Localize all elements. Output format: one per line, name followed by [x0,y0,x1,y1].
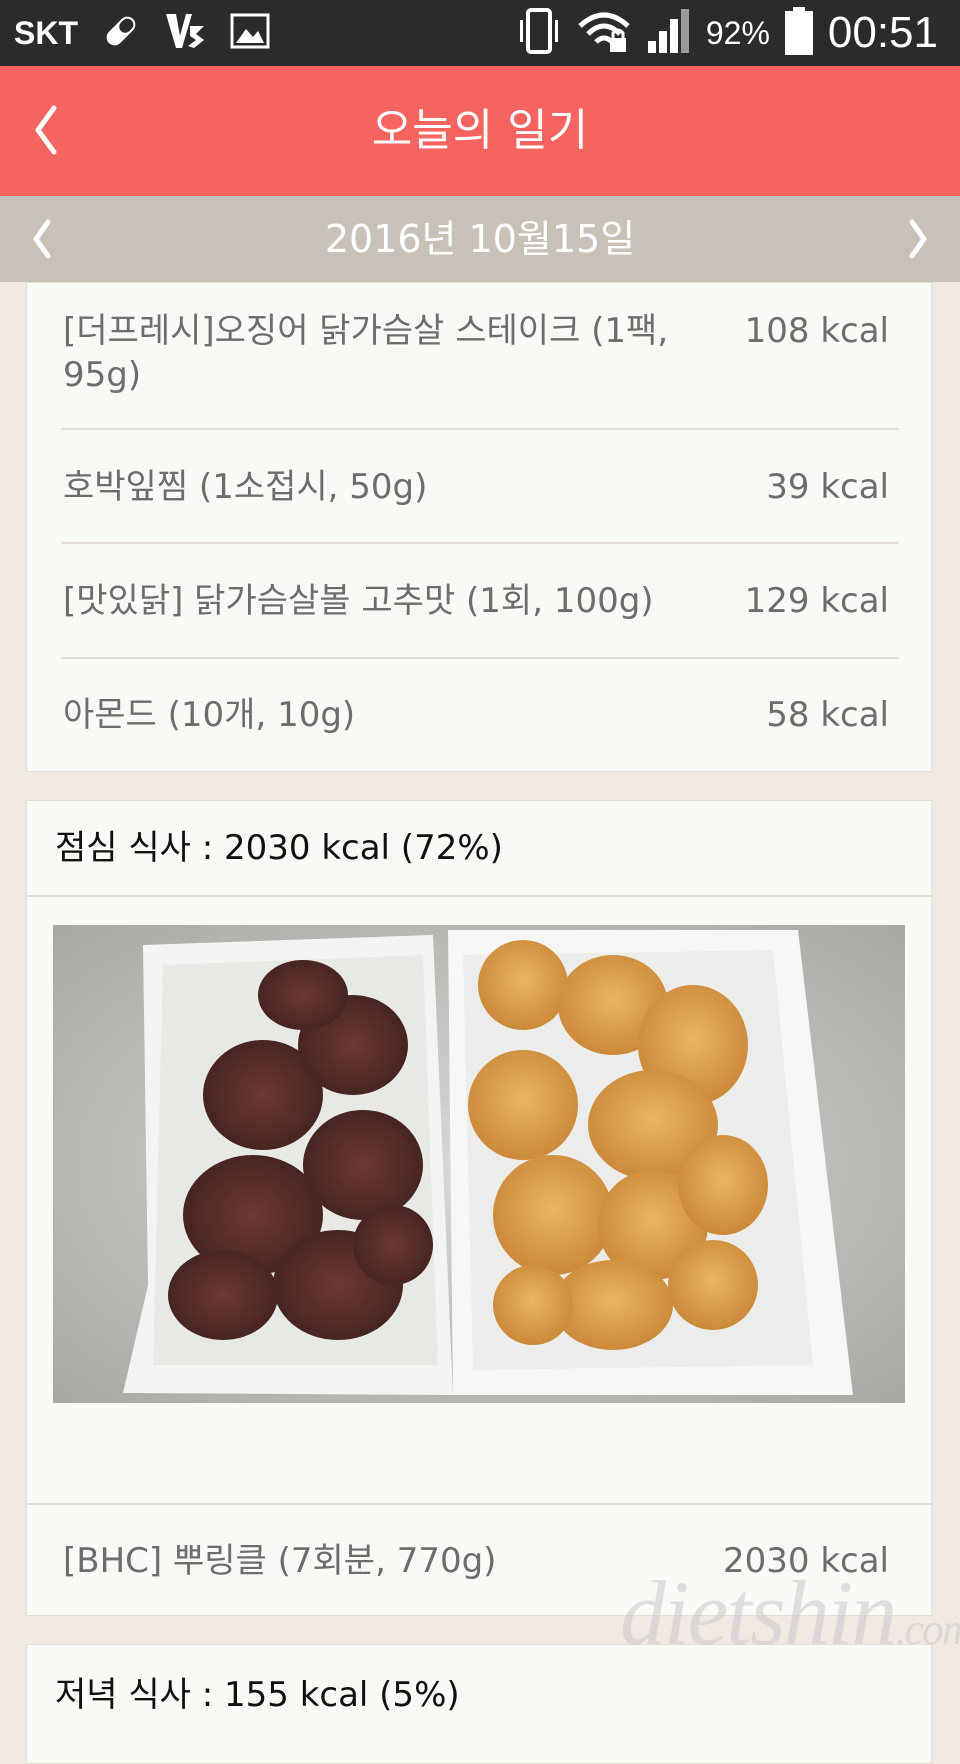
meal-card-previous: [더프레시]오징어 닭가슴살 스테이크 (1팩, 95g) 108 kcal 호… [26,282,932,772]
food-item[interactable]: 호박잎찜 (1소접시, 50g) 39 kcal [63,465,897,509]
food-item-kcal: 39 kcal [766,467,889,507]
divider [61,542,899,544]
pill-icon [100,10,142,56]
food-item-kcal: 108 kcal [744,311,889,351]
battery-percent: 92% [705,14,770,51]
status-bar: SKT 92% 00:51 [0,0,960,66]
divider [61,657,899,659]
clock: 00:51 [827,8,938,57]
divider [61,428,899,430]
food-item-name: [맛있닭] 닭가슴살볼 고추맛 (1회, 100g) [63,581,654,621]
vibrate-icon [516,6,562,60]
food-item[interactable]: [더프레시]오징어 닭가슴살 스테이크 (1팩, 95g) 108 kcal [63,309,897,397]
divider [27,895,931,897]
app-header: 오늘의 일기 [0,66,960,196]
meal-card-dinner: 저녁 식사 : 155 kcal (5%) [26,1644,932,1764]
chevron-right-icon [909,219,927,259]
food-item[interactable]: [BHC] 뿌링클 (7회분, 770g) 2030 kcal [63,1539,897,1583]
current-date: 2016년 10월15일 [324,217,636,261]
food-item[interactable]: 아몬드 (10개, 10g) 58 kcal [63,693,897,737]
signal-icon [646,7,692,59]
divider [27,1503,933,1505]
food-item-kcal: 129 kcal [744,581,889,621]
food-item-kcal: 58 kcal [766,695,889,735]
battery-icon [784,6,814,60]
gallery-icon [230,11,270,55]
meal-card-lunch: 점심 식사 : 2030 kcal (72%) [BHC] 뿌링클 (7회분, … [26,800,933,1616]
wifi-lock-icon [576,8,632,58]
page-title: 오늘의 일기 [371,105,589,156]
food-item-kcal: 2030 kcal [723,1541,889,1581]
carrier-label: SKT [14,14,78,51]
meal-photo[interactable] [53,925,905,1403]
food-item-name: [BHC] 뿌링클 (7회분, 770g) [63,1541,497,1581]
meal-title: 저녁 식사 : 155 kcal (5%) [55,1675,460,1715]
next-day-button[interactable] [902,216,932,262]
date-navigator: 2016년 10월15일 [0,196,960,282]
food-item-name: 아몬드 (10개, 10g) [63,695,356,735]
meal-title: 점심 식사 : 2030 kcal (72%) [55,828,503,868]
food-item[interactable]: [맛있닭] 닭가슴살볼 고추맛 (1회, 100g) 129 kcal [63,579,897,623]
food-item-name: 호박잎찜 (1소접시, 50g) [63,467,428,507]
food-item-name: [더프레시]오징어 닭가슴살 스테이크 (1팩, 95g) [63,311,669,395]
v3-app-icon [164,10,208,56]
